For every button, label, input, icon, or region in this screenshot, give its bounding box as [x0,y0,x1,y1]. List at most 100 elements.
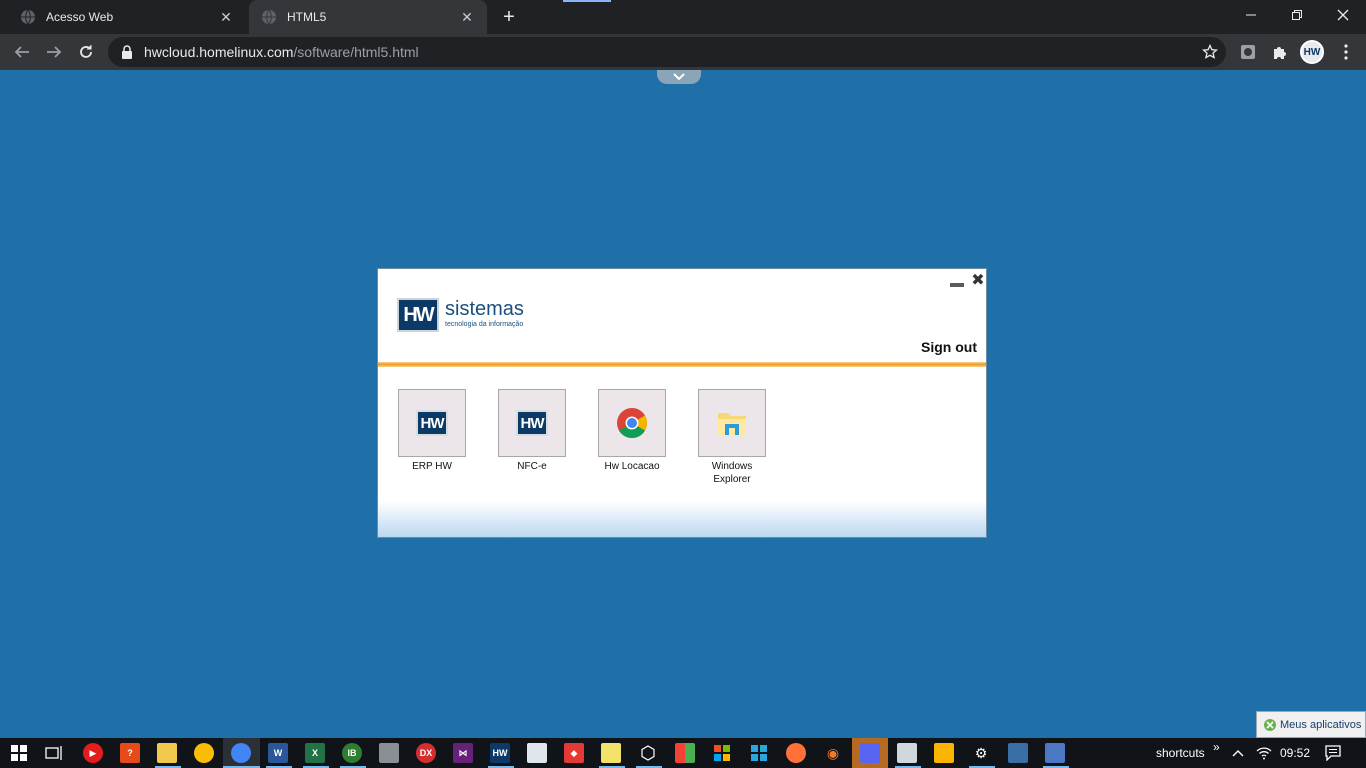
tab-strip: Acesso Web ✕ HTML5 ✕ + [0,0,1366,34]
word-icon[interactable]: W [268,743,288,763]
notepad-icon[interactable] [527,743,547,763]
tab-drag-indicator [563,0,611,2]
media-player-icon[interactable]: ▶ [83,743,103,763]
url-host: hwcloud.homelinux.com [144,44,294,60]
hw-logo-mark: HW [397,298,439,332]
notifications-icon[interactable] [1325,745,1341,761]
address-bar[interactable]: hwcloud.homelinux.com/software/html5.htm… [108,37,1226,67]
tab-html5[interactable]: HTML5 ✕ [249,0,487,34]
gear-icon[interactable]: ⚙ [971,743,991,763]
admin-tool-icon[interactable] [1045,743,1065,763]
tab-title: HTML5 [287,10,327,24]
keep-icon[interactable] [934,743,954,763]
windows-start-icon[interactable] [9,743,29,763]
app-label: NFC-e [517,461,547,472]
file-explorer-icon[interactable] [157,743,177,763]
profile-avatar[interactable]: HW [1300,40,1324,64]
shortcuts-toolbar-label[interactable]: shortcuts [1156,746,1205,760]
notes-icon[interactable] [601,743,621,763]
tab-close-icon[interactable]: ✕ [459,9,475,25]
extension-camera-icon[interactable] [1238,42,1258,62]
back-button[interactable] [10,40,34,64]
help-app-icon[interactable]: ? [120,743,140,763]
tab-close-icon[interactable]: ✕ [218,9,234,25]
arrow-right-icon [47,46,62,58]
app-tile[interactable]: HW [398,389,466,457]
minimize-icon [1246,14,1256,16]
hw-taskbar-icon[interactable]: HW [490,743,510,763]
dx-icon[interactable]: DX [416,743,436,763]
tab-title: Acesso Web [46,10,114,24]
app-tile[interactable]: HW [498,389,566,457]
ide-green-icon[interactable]: IB [342,743,362,763]
logo-name: sistemas [445,298,524,320]
app-label: ERP HW [412,461,452,472]
task-view-icon[interactable] [44,743,64,763]
app-grid: HW ERP HW HW NFC-e Hw Locacao Windows Ex… [398,389,798,486]
remote-desktop-area: ✖ HW sistemas tecnologia da informação S… [0,70,1366,738]
microsoft-store-icon[interactable] [712,743,732,763]
clock-time[interactable]: 09:52 [1280,746,1310,760]
apps-tray-icon [1264,718,1276,731]
globe-icon [262,9,276,25]
blender-icon[interactable]: ◉ [823,743,843,763]
app-windows-explorer[interactable]: Windows Explorer [698,389,766,486]
chevron-up-icon[interactable] [1230,745,1246,761]
folder-icon [718,413,746,435]
sign-out-link[interactable]: Sign out [921,339,977,355]
app-hw-locacao[interactable]: Hw Locacao [598,389,666,486]
meus-aplicativos-button[interactable]: Meus aplicativos [1256,711,1366,738]
kebab-menu-icon [1344,44,1348,60]
chrome-taskbar-icon[interactable] [194,743,214,763]
remote-desktop-icon[interactable] [897,743,917,763]
hw-logo-icon: HW [416,410,448,436]
tool-icon[interactable] [379,743,399,763]
wifi-icon[interactable] [1256,745,1272,761]
window-close-button[interactable] [1320,0,1366,30]
app-tile[interactable] [698,389,766,457]
chevron-down-icon [673,73,685,81]
dialog-close-button[interactable]: ✖ [970,272,986,289]
hw-sistemas-logo: HW sistemas tecnologia da informação [397,298,524,332]
app-erp-hw[interactable]: HW ERP HW [398,389,466,486]
shortcuts-chevron[interactable]: » [1213,740,1220,754]
excel-icon[interactable]: X [305,743,325,763]
dialog-footer [378,501,986,537]
extensions-puzzle-icon[interactable] [1270,42,1290,62]
lock-icon [122,45,132,59]
windows-logo-icon[interactable] [749,743,769,763]
app-launcher-dialog: ✖ HW sistemas tecnologia da informação S… [377,268,987,538]
restore-icon [1292,10,1302,20]
firefox-icon[interactable] [786,743,806,763]
forward-button[interactable] [42,40,66,64]
window-restore-button[interactable] [1274,0,1320,30]
url-text: hwcloud.homelinux.com/software/html5.htm… [144,44,419,60]
windows-taskbar: ▶ ? W X IB DX ⋈ HW ◆ ◉ ⚙ shortcuts » 09:… [0,738,1366,768]
discord-icon[interactable] [860,743,880,763]
dialog-minimize-button[interactable] [950,281,964,287]
bookmark-star-icon[interactable] [1202,44,1218,60]
header-divider [378,362,986,367]
visual-studio-icon[interactable]: ⋈ [453,743,473,763]
reload-button[interactable] [74,40,98,64]
browser-toolbar: hwcloud.homelinux.com/software/html5.htm… [0,34,1366,70]
globe-icon [21,9,35,25]
chrome-active-taskbar-icon[interactable] [231,743,251,763]
window-minimize-button[interactable] [1228,0,1274,30]
browser-menu-button[interactable] [1336,40,1356,64]
office-apps-icon[interactable] [675,743,695,763]
logo-tagline: tecnologia da informação [445,321,524,328]
arrow-left-icon [14,46,29,58]
tab-acesso-web[interactable]: Acesso Web ✕ [8,0,246,34]
app-label: Hw Locacao [604,461,660,472]
app-tile[interactable] [598,389,666,457]
url-path: /software/html5.html [293,44,419,60]
network-tool-icon[interactable] [1008,743,1028,763]
anydesk-icon[interactable]: ◆ [564,743,584,763]
new-tab-button[interactable]: + [498,6,520,28]
close-icon [1337,9,1349,21]
toolbar-pull-tab[interactable] [657,70,701,84]
chrome-icon [617,408,648,439]
app-nfc-e[interactable]: HW NFC-e [498,389,566,486]
virtualbox-icon[interactable] [638,743,658,763]
